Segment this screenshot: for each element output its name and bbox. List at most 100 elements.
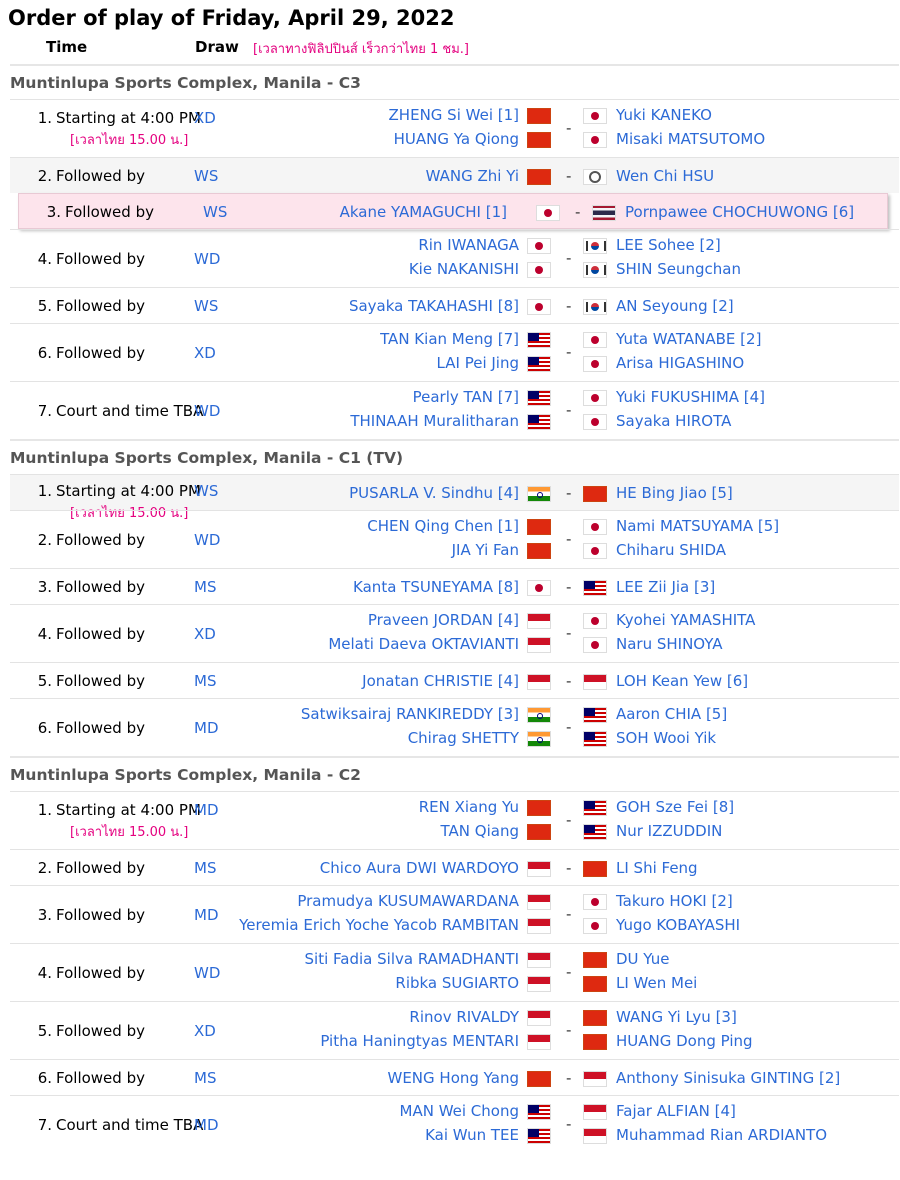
left-player-link[interactable]: Praveen JORDAN [4] bbox=[368, 611, 519, 629]
left-player-link[interactable]: REN Xiang Yu bbox=[419, 798, 519, 816]
left-player-link[interactable]: Satwiksairaj RANKIREDDY [3] bbox=[301, 705, 519, 723]
left-player-link[interactable]: Chico Aura DWI WARDOYO bbox=[320, 859, 519, 877]
right-player-link[interactable]: Yuki KANEKO bbox=[616, 106, 712, 124]
right-player-link[interactable]: Muhammad Rian ARDIANTO bbox=[616, 1126, 827, 1144]
draw-link[interactable]: XD bbox=[194, 625, 216, 643]
left-player-link[interactable]: TAN Qiang bbox=[441, 822, 519, 840]
draw-link[interactable]: WS bbox=[203, 203, 227, 221]
right-player-link[interactable]: Yuta WATANABE [2] bbox=[616, 330, 761, 348]
left-player-link[interactable]: Pearly TAN [7] bbox=[413, 388, 519, 406]
vs-separator: - bbox=[566, 905, 572, 923]
draw-link[interactable]: MD bbox=[194, 801, 219, 819]
right-player-link[interactable]: HUANG Dong Ping bbox=[616, 1032, 753, 1050]
left-player-link[interactable]: Ribka SUGIARTO bbox=[395, 974, 519, 992]
draw-link[interactable]: MD bbox=[194, 719, 219, 737]
right-player-link[interactable]: Yugo KOBAYASHI bbox=[616, 916, 740, 934]
left-player-link[interactable]: TAN Kian Meng [7] bbox=[380, 330, 519, 348]
draw-link[interactable]: XD bbox=[194, 344, 216, 362]
right-player-link[interactable]: Sayaka HIROTA bbox=[616, 412, 731, 430]
left-player-link[interactable]: Kie NAKANISHI bbox=[409, 260, 519, 278]
left-flag-icon bbox=[527, 299, 551, 315]
draw-link[interactable]: WD bbox=[194, 964, 220, 982]
left-player-link[interactable]: Rin IWANAGA bbox=[418, 236, 519, 254]
thai-time-note: [เวลาไทย 15.00 น.] bbox=[70, 133, 189, 148]
draw-link[interactable]: WD bbox=[194, 531, 220, 549]
draw-link[interactable]: MD bbox=[194, 1116, 219, 1134]
left-player-link[interactable]: LAI Pei Jing bbox=[437, 354, 519, 372]
draw-link[interactable]: MS bbox=[194, 859, 216, 877]
right-player-link[interactable]: LI Shi Feng bbox=[616, 859, 698, 877]
left-flag-icon bbox=[527, 108, 551, 124]
left-player-link[interactable]: WENG Hong Yang bbox=[388, 1069, 520, 1087]
right-player-link[interactable]: SHIN Seungchan bbox=[616, 260, 741, 278]
draw-link[interactable]: MS bbox=[194, 672, 216, 690]
right-player-link[interactable]: GOH Sze Fei [8] bbox=[616, 798, 734, 816]
right-player-link[interactable]: Chiharu SHIDA bbox=[616, 541, 726, 559]
left-player-link[interactable]: PUSARLA V. Sindhu [4] bbox=[349, 484, 519, 502]
right-player-link[interactable]: Misaki MATSUTOMO bbox=[616, 130, 765, 148]
right-player-link[interactable]: HE Bing Jiao [5] bbox=[616, 484, 733, 502]
draw-link[interactable]: MS bbox=[194, 1069, 216, 1087]
left-player-link[interactable]: ZHENG Si Wei [1] bbox=[389, 106, 519, 124]
right-player-link[interactable]: LEE Zii Jia [3] bbox=[616, 578, 715, 596]
draw-link[interactable]: WD bbox=[194, 402, 220, 420]
draw-link[interactable]: XD bbox=[194, 1022, 216, 1040]
left-player-link[interactable]: Rinov RIVALDY bbox=[409, 1008, 519, 1026]
left-player-link[interactable]: Jonatan CHRISTIE [4] bbox=[362, 672, 519, 690]
match-row: 2. Followed by WS WANG Zhi Yi Wen Chi HSU - bbox=[10, 157, 899, 193]
draw-link[interactable]: MD bbox=[194, 906, 219, 924]
match-row: 2. Followed by MS Chico Aura DWI WARDOYO LI … bbox=[10, 849, 899, 885]
right-player-link[interactable]: LI Wen Mei bbox=[616, 974, 697, 992]
right-player-link[interactable]: LEE Sohee [2] bbox=[616, 236, 721, 254]
right-player-link[interactable]: Wen Chi HSU bbox=[616, 167, 714, 185]
draw-link[interactable]: WS bbox=[194, 167, 218, 185]
draw-link[interactable]: WS bbox=[194, 297, 218, 315]
match-time: Followed by bbox=[56, 1022, 145, 1040]
right-player-link[interactable]: Takuro HOKI [2] bbox=[616, 892, 733, 910]
right-player-link[interactable]: Yuki FUKUSHIMA [4] bbox=[616, 388, 765, 406]
left-player-link[interactable]: Sayaka TAKAHASHI [8] bbox=[349, 297, 519, 315]
vs-separator: - bbox=[566, 672, 572, 690]
right-player-link[interactable]: Nami MATSUYAMA [5] bbox=[616, 517, 779, 535]
left-player-link[interactable]: Siti Fadia Silva RAMADHANTI bbox=[305, 950, 519, 968]
draw-link[interactable]: XD bbox=[194, 109, 216, 127]
draw-link[interactable]: WD bbox=[194, 250, 220, 268]
left-player-link[interactable]: Akane YAMAGUCHI [1] bbox=[340, 203, 507, 221]
right-player-link[interactable]: Naru SHINOYA bbox=[616, 635, 723, 653]
left-flag-icon bbox=[527, 731, 551, 747]
match-time: Court and time TBA bbox=[56, 1116, 204, 1134]
draw-link[interactable]: WS bbox=[194, 482, 218, 500]
left-player-link[interactable]: MAN Wei Chong bbox=[400, 1102, 520, 1120]
right-player-link[interactable]: SOH Wooi Yik bbox=[616, 729, 716, 747]
draw-link[interactable]: MS bbox=[194, 578, 216, 596]
match-row: 3. Followed by MD Pramudya KUSUMAWARDANA Yer… bbox=[10, 885, 899, 943]
right-player-link[interactable]: Anthony Sinisuka GINTING [2] bbox=[616, 1069, 840, 1087]
right-player-link[interactable]: Fajar ALFIAN [4] bbox=[616, 1102, 736, 1120]
left-player-link[interactable]: HUANG Ya Qiong bbox=[394, 130, 519, 148]
right-player-link[interactable]: Kyohei YAMASHITA bbox=[616, 611, 755, 629]
left-player-link[interactable]: WANG Zhi Yi bbox=[426, 167, 519, 185]
left-player-link[interactable]: CHEN Qing Chen [1] bbox=[367, 517, 519, 535]
right-player-link[interactable]: AN Seyoung [2] bbox=[616, 297, 734, 315]
right-player-link[interactable]: Aaron CHIA [5] bbox=[616, 705, 727, 723]
left-player-link[interactable]: Yeremia Erich Yoche Yacob RAMBITAN bbox=[239, 916, 519, 934]
left-player-link[interactable]: Kanta TSUNEYAMA [8] bbox=[353, 578, 519, 596]
match-time: Starting at 4:00 PM bbox=[56, 801, 201, 819]
left-player-link[interactable]: Pitha Haningtyas MENTARI bbox=[320, 1032, 519, 1050]
left-player-link[interactable]: Chirag SHETTY bbox=[408, 729, 519, 747]
right-player-link[interactable]: Arisa HIGASHINO bbox=[616, 354, 744, 372]
left-player-link[interactable]: Melati Daeva OKTAVIANTI bbox=[328, 635, 519, 653]
right-player-link[interactable]: WANG Yi Lyu [3] bbox=[616, 1008, 737, 1026]
right-player-link[interactable]: Nur IZZUDDIN bbox=[616, 822, 722, 840]
left-player-link[interactable]: THINAAH Muralitharan bbox=[350, 412, 519, 430]
right-flag-icon bbox=[583, 108, 607, 124]
right-player-link[interactable]: DU Yue bbox=[616, 950, 669, 968]
match-row: 1. Starting at 4:00 PM XD [เวลาไทย 15.00 น.… bbox=[10, 99, 899, 157]
left-flag-icon bbox=[527, 976, 551, 992]
right-player-link[interactable]: Pornpawee CHOCHUWONG [6] bbox=[625, 203, 854, 221]
left-player-link[interactable]: Pramudya KUSUMAWARDANA bbox=[297, 892, 519, 910]
right-player-link[interactable]: LOH Kean Yew [6] bbox=[616, 672, 748, 690]
match-row: 4. Followed by WD Siti Fadia Silva RAMADHAN… bbox=[10, 943, 899, 1001]
left-player-link[interactable]: JIA Yi Fan bbox=[452, 541, 519, 559]
left-player-link[interactable]: Kai Wun TEE bbox=[425, 1126, 519, 1144]
